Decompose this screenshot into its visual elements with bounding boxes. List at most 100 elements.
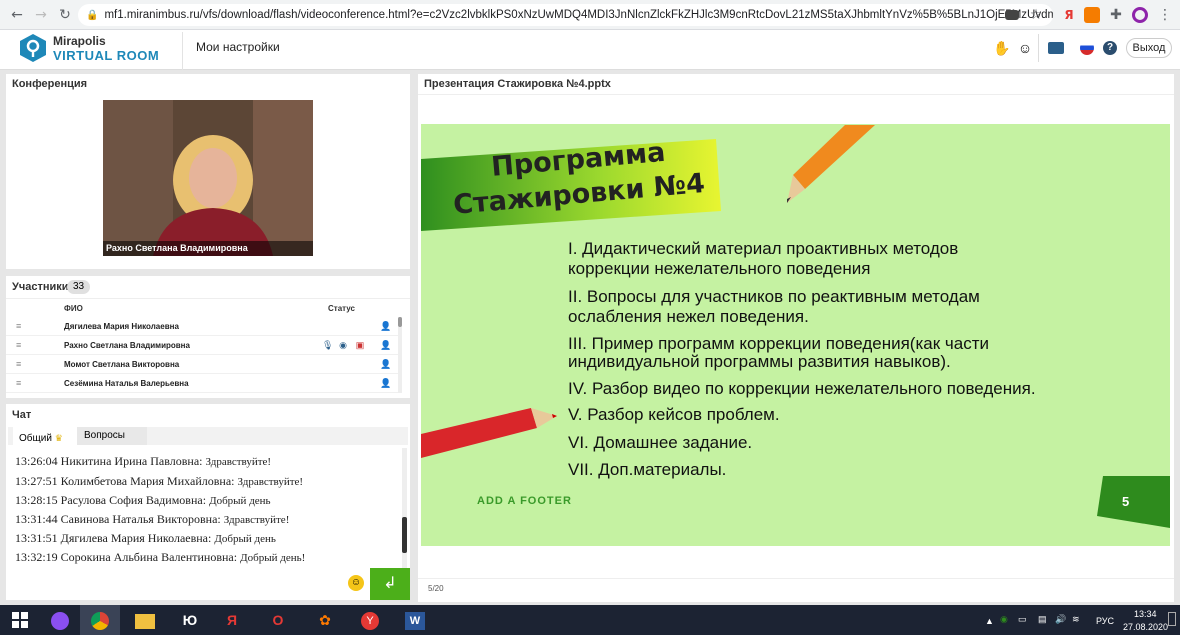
tab-questions[interactable]: Вопросы — [77, 427, 147, 445]
opera-icon[interactable]: O — [258, 605, 298, 635]
exit-button[interactable]: Выход — [1126, 38, 1172, 58]
profile-avatar[interactable] — [1132, 7, 1148, 23]
lock-icon: 🔒 — [86, 9, 99, 21]
my-settings-link[interactable]: Мои настройки — [196, 40, 280, 54]
notification-icon[interactable] — [1168, 612, 1176, 626]
chat-message: 13:28:15 Расулова София Вадимовна: Добры… — [15, 493, 271, 507]
chat-input[interactable] — [8, 568, 368, 598]
camera-icon[interactable] — [1005, 10, 1019, 20]
russian-flag-icon[interactable] — [1080, 41, 1094, 55]
help-icon[interactable]: ? — [1103, 41, 1117, 55]
yandex-icon[interactable]: Я — [212, 605, 252, 635]
presentation-divider — [418, 94, 1174, 95]
row-menu-icon[interactable]: ≡ — [16, 355, 26, 374]
logo-title: Mirapolis — [53, 34, 106, 48]
wifi-icon[interactable]: ≋ — [1072, 614, 1080, 625]
header-divider — [182, 32, 183, 70]
chat-message: 13:31:44 Савинова Наталья Викторовна: Зд… — [15, 512, 290, 526]
mirapolis-logo-icon — [18, 33, 48, 63]
puzzle-icon[interactable]: ✚ — [1107, 6, 1125, 24]
participant-name: Сезёмина Наталья Валерьевна — [64, 379, 189, 388]
slide-item: ослабления нежел поведения. — [568, 307, 809, 326]
webcam-video[interactable] — [103, 100, 313, 256]
smiley-icon[interactable]: ☺ — [348, 575, 364, 591]
logo-subtitle: VIRTUAL ROOM — [53, 48, 160, 63]
extension-orange-icon[interactable] — [1084, 7, 1100, 23]
webcam-icon[interactable]: ◉ — [338, 336, 348, 355]
slide-footer: ADD A FOOTER — [477, 495, 572, 507]
file-explorer-icon[interactable] — [125, 605, 165, 635]
reload-icon[interactable]: ↻ — [56, 6, 74, 24]
slide-number: 5 — [1122, 494, 1130, 509]
tray-expand-icon[interactable]: ▲ — [985, 616, 994, 626]
chat-message: 13:26:04 Никитина Ирина Павловна: Здравс… — [15, 454, 272, 468]
language-indicator[interactable]: РУС — [1096, 616, 1114, 626]
tab-common[interactable]: Общий ♛ — [13, 427, 77, 445]
tray-app-icon[interactable]: ◉ — [1000, 614, 1008, 625]
yandex-browser-icon[interactable]: Y — [350, 605, 390, 635]
word-icon[interactable]: W — [395, 605, 435, 635]
presentation-title: Презентация Стажировка №4.pptx — [424, 78, 611, 90]
slide-item: IV. Разбор видео по коррекции нежелатель… — [568, 379, 1036, 398]
crown-icon: ♛ — [54, 433, 63, 443]
menu-dots-icon[interactable]: ⋮ — [1156, 6, 1174, 24]
yandex-extension-icon[interactable]: Я — [1060, 6, 1078, 24]
send-button[interactable]: ↲ — [370, 568, 410, 600]
slide-number-badge-bg — [1097, 476, 1170, 528]
screen-share-icon[interactable]: ▣ — [355, 336, 365, 355]
participants-scrollbar[interactable] — [398, 317, 402, 393]
column-header-name: ФИО — [64, 304, 83, 313]
video-caption: Рахно Светлана Владимировна — [103, 241, 313, 256]
participant-name: Момот Светлана Викторовна — [64, 360, 180, 369]
back-icon[interactable]: ← — [8, 6, 26, 24]
slide-item: II. Вопросы для участников по реактивным… — [568, 287, 980, 306]
participants-count-badge: 33 — [67, 280, 91, 294]
row-menu-icon[interactable]: ≡ — [16, 374, 26, 393]
slide-item: V. Разбор кейсов проблем. — [568, 405, 780, 424]
participants-title: Участники — [12, 281, 69, 293]
presentation-bottom-divider — [418, 578, 1174, 579]
user-status-icon: 👤 — [380, 321, 392, 331]
page-indicator: 5/20 — [428, 584, 444, 593]
emoji-icon[interactable]: ☺ — [1016, 39, 1034, 57]
column-header-status: Статус — [328, 304, 355, 313]
chat-message: 13:27:51 Колимбетова Мария Михайловна: З… — [15, 474, 304, 488]
slide-item: III. Пример программ коррекции поведения… — [568, 334, 989, 353]
user-status-icon: 👤 — [380, 359, 392, 369]
volume-icon[interactable]: 🔊 — [1055, 614, 1066, 625]
windows-start-icon[interactable] — [0, 605, 40, 635]
orange-pencil-graphic — [785, 125, 877, 205]
tray-network-icon[interactable]: ▤ — [1038, 614, 1047, 625]
folder-icon[interactable] — [1048, 42, 1064, 54]
raise-hand-icon[interactable]: ✋ — [993, 39, 1011, 57]
chrome-taskbar-icon[interactable] — [80, 605, 120, 635]
star-icon[interactable]: ☆ — [1027, 6, 1045, 24]
header-divider-2 — [1038, 34, 1039, 62]
participant-name: Рахно Светлана Владимировна — [64, 341, 190, 350]
alice-icon[interactable] — [40, 605, 80, 635]
slide-item: индивидуальной программы развития навыко… — [568, 352, 951, 371]
tray-battery-icon[interactable]: ▭ — [1018, 614, 1027, 625]
user-status-icon: 👤 — [380, 378, 392, 388]
clock-time[interactable]: 13:34 — [1134, 609, 1157, 619]
microphone-icon[interactable]: 🎙 — [322, 336, 333, 355]
url-text: mf1.miranimbus.ru/vfs/download/flash/vid… — [104, 9, 1053, 21]
participant-name: Дягилева Мария Николаевна — [64, 322, 179, 331]
slide-item: VII. Доп.материалы. — [568, 460, 727, 479]
chat-message: 13:31:51 Дягилева Мария Николаевна: Добр… — [15, 531, 276, 545]
tab-common-label: Общий — [19, 433, 52, 444]
participants-scrollbar-thumb[interactable] — [398, 317, 402, 327]
app-orange-icon[interactable]: ✿ — [305, 605, 345, 635]
conference-title: Конференция — [12, 78, 88, 90]
participants-divider — [6, 298, 410, 299]
slide-item: коррекции нежелательного поведения — [568, 259, 871, 278]
forward-icon[interactable]: → — [32, 6, 50, 24]
address-bar[interactable]: 🔒 mf1.miranimbus.ru/vfs/download/flash/v… — [78, 4, 1053, 26]
row-menu-icon[interactable]: ≡ — [16, 336, 26, 355]
clock-date[interactable]: 27.08.2020 — [1123, 622, 1168, 632]
row-menu-icon[interactable]: ≡ — [16, 317, 26, 336]
slide-item: VI. Домашнее задание. — [568, 433, 753, 452]
chat-scrollbar-thumb[interactable] — [402, 517, 407, 553]
chat-message: 13:32:19 Сорокина Альбина Валентиновна: … — [15, 550, 306, 564]
app-yu-icon[interactable]: Ю — [170, 605, 210, 635]
